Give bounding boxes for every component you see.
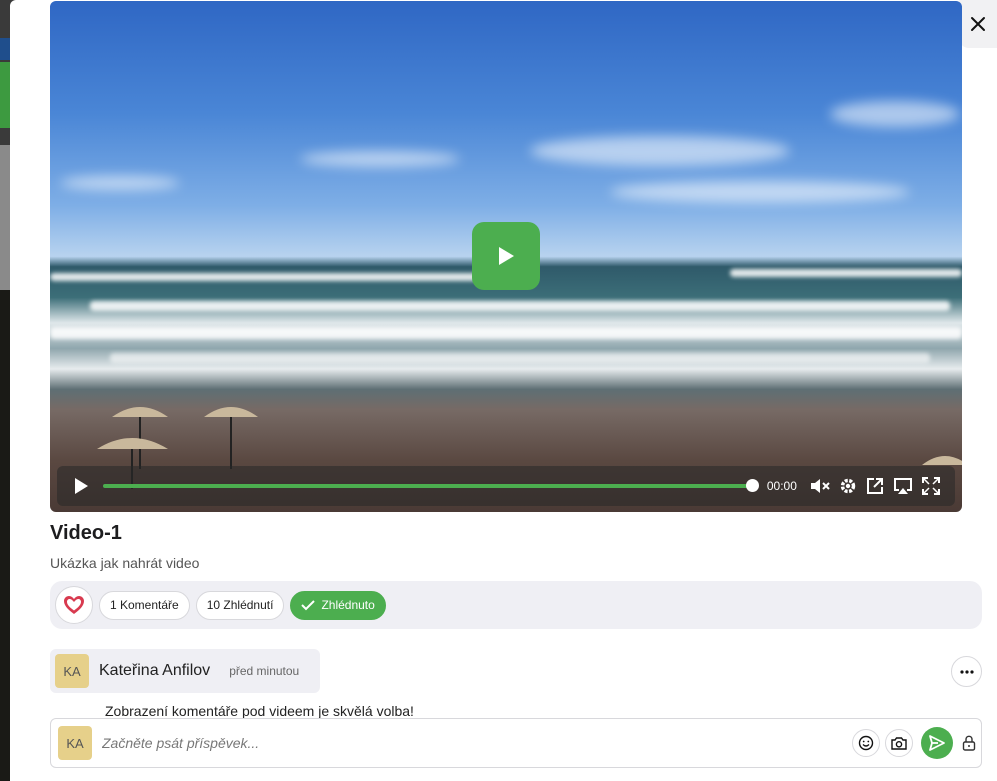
- more-icon: [959, 669, 974, 674]
- settings-button[interactable]: [834, 471, 862, 501]
- video-title: Video-1: [50, 522, 122, 544]
- heart-icon: [64, 596, 84, 614]
- comment-text: Zobrazení komentáře pod videem je skvělá…: [105, 703, 414, 719]
- wave: [50, 327, 962, 339]
- progress-knob[interactable]: [745, 479, 759, 492]
- airplay-button[interactable]: [889, 471, 917, 501]
- fullscreen-icon: [922, 477, 941, 495]
- play-icon: [74, 478, 88, 494]
- watched-button[interactable]: Zhlédnuto: [290, 590, 386, 620]
- mute-icon: [810, 479, 830, 493]
- comment-time: před minutou: [229, 664, 300, 678]
- popout-button[interactable]: [862, 471, 890, 501]
- cloud: [530, 136, 790, 166]
- external-link-icon: [867, 478, 884, 494]
- time-readout: 00:00: [766, 479, 797, 493]
- avatar: KA: [58, 726, 92, 760]
- video-player[interactable]: 00:00: [50, 1, 962, 512]
- comment-header: KA Kateřina Anfilov před minutou: [50, 649, 320, 693]
- progress-bar[interactable]: [102, 479, 759, 492]
- wave: [730, 269, 962, 277]
- cloud: [830, 101, 960, 127]
- wave: [50, 273, 490, 281]
- mute-button[interactable]: [806, 471, 834, 501]
- wave: [110, 353, 930, 363]
- cloud: [300, 151, 460, 167]
- comments-count-button[interactable]: 1 Komentáře: [99, 590, 190, 620]
- play-icon: [499, 247, 514, 265]
- emoji-button[interactable]: [852, 729, 880, 757]
- send-button[interactable]: [921, 727, 953, 759]
- play-button[interactable]: [472, 222, 540, 290]
- cloud: [610, 181, 910, 203]
- comment-more-button[interactable]: [951, 656, 982, 687]
- airplay-icon: [894, 478, 913, 494]
- settings-icon: [840, 478, 855, 494]
- watched-label: Zhlédnuto: [321, 598, 375, 612]
- camera-button[interactable]: [885, 729, 913, 757]
- video-subtitle: Ukázka jak nahrát video: [50, 555, 200, 571]
- avatar[interactable]: KA: [55, 654, 89, 688]
- video-modal: 00:00 Video-1 Ukázka jak nahrát video 1 …: [10, 0, 997, 781]
- close-icon: [971, 17, 985, 31]
- privacy-lock-button[interactable]: [957, 731, 981, 755]
- comment-composer: KA: [50, 718, 982, 768]
- emoji-icon: [858, 735, 874, 751]
- lock-icon: [962, 735, 976, 751]
- like-button[interactable]: [55, 586, 93, 624]
- send-icon: [929, 735, 945, 751]
- views-count-button[interactable]: 10 Zhlédnutí: [195, 590, 285, 620]
- play-control[interactable]: [67, 471, 95, 501]
- fullscreen-button[interactable]: [917, 471, 945, 501]
- actions-bar: 1 Komentáře 10 Zhlédnutí Zhlédnuto: [50, 581, 982, 629]
- camera-icon: [891, 737, 907, 750]
- cloud: [60, 176, 180, 190]
- umbrella: [204, 407, 258, 469]
- wave: [90, 301, 950, 311]
- comment-input[interactable]: [102, 735, 852, 751]
- close-button[interactable]: [959, 0, 997, 48]
- comment-author[interactable]: Kateřina Anfilov: [99, 662, 210, 680]
- check-icon: [301, 600, 316, 611]
- video-controls: 00:00: [57, 466, 955, 506]
